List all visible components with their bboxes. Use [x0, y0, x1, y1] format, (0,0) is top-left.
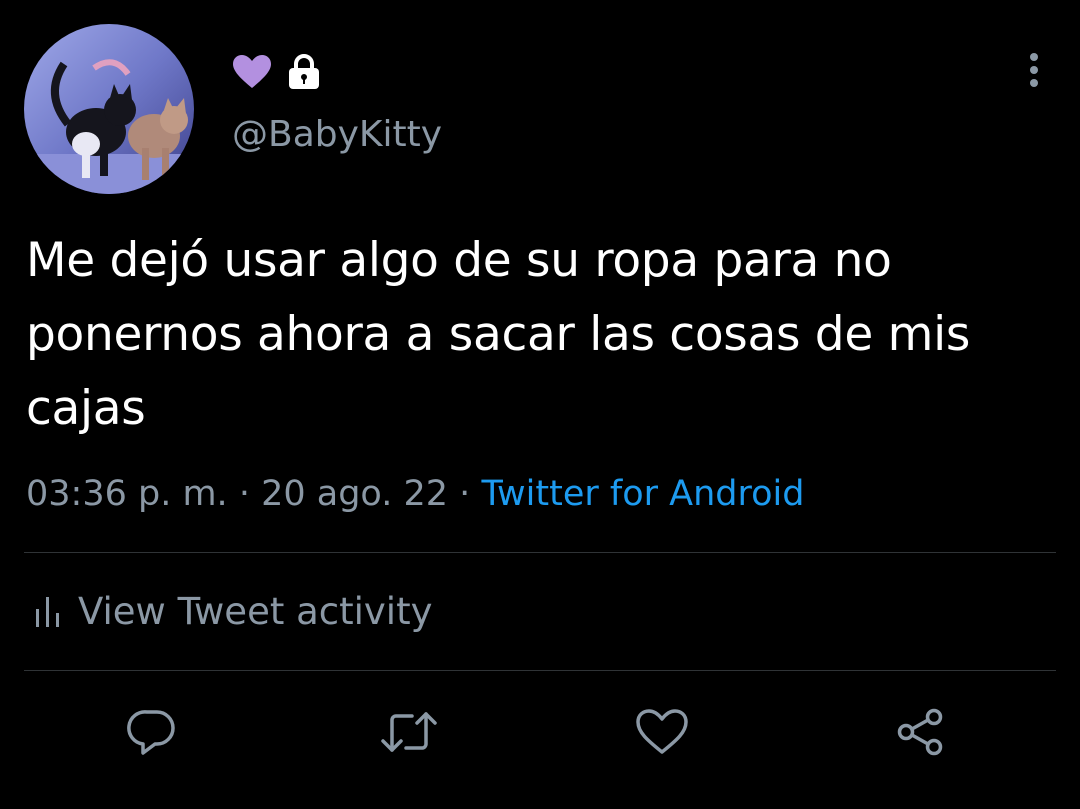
lock-icon — [289, 54, 319, 89]
view-tweet-activity-button[interactable]: View Tweet activity — [34, 586, 432, 638]
reply-icon — [127, 710, 175, 755]
retweet-icon — [381, 712, 437, 752]
share-icon — [897, 708, 943, 756]
user-handle[interactable]: @BabyKitty — [232, 113, 442, 157]
divider — [24, 552, 1056, 553]
reply-button[interactable] — [122, 700, 182, 764]
meta-separator: · — [459, 474, 471, 514]
meta-separator: · — [238, 474, 250, 514]
tweet-time: 03:36 p. m. — [26, 474, 228, 514]
bar-chart-icon — [36, 597, 59, 627]
avatar[interactable] — [24, 24, 194, 194]
tweet-date: 20 ago. 22 — [261, 474, 449, 514]
purple-heart-icon — [233, 55, 271, 88]
like-button[interactable] — [632, 700, 692, 764]
retweet-button[interactable] — [379, 700, 439, 764]
tweet-meta: 03:36 p. m. · 20 ago. 22 · Twitter for A… — [26, 470, 804, 518]
divider — [24, 670, 1056, 671]
more-options-button[interactable] — [1014, 46, 1054, 94]
tweet-source-link[interactable]: Twitter for Android — [481, 474, 804, 514]
heart-icon — [636, 709, 688, 754]
avatar-image — [24, 24, 194, 194]
display-name-row — [232, 52, 322, 92]
tweet-text: Me dejó usar algo de su ropa para no pon… — [26, 233, 971, 436]
share-button[interactable] — [890, 700, 950, 764]
view-tweet-activity-label: View Tweet activity — [78, 590, 433, 633]
more-vertical-icon — [1030, 53, 1038, 87]
